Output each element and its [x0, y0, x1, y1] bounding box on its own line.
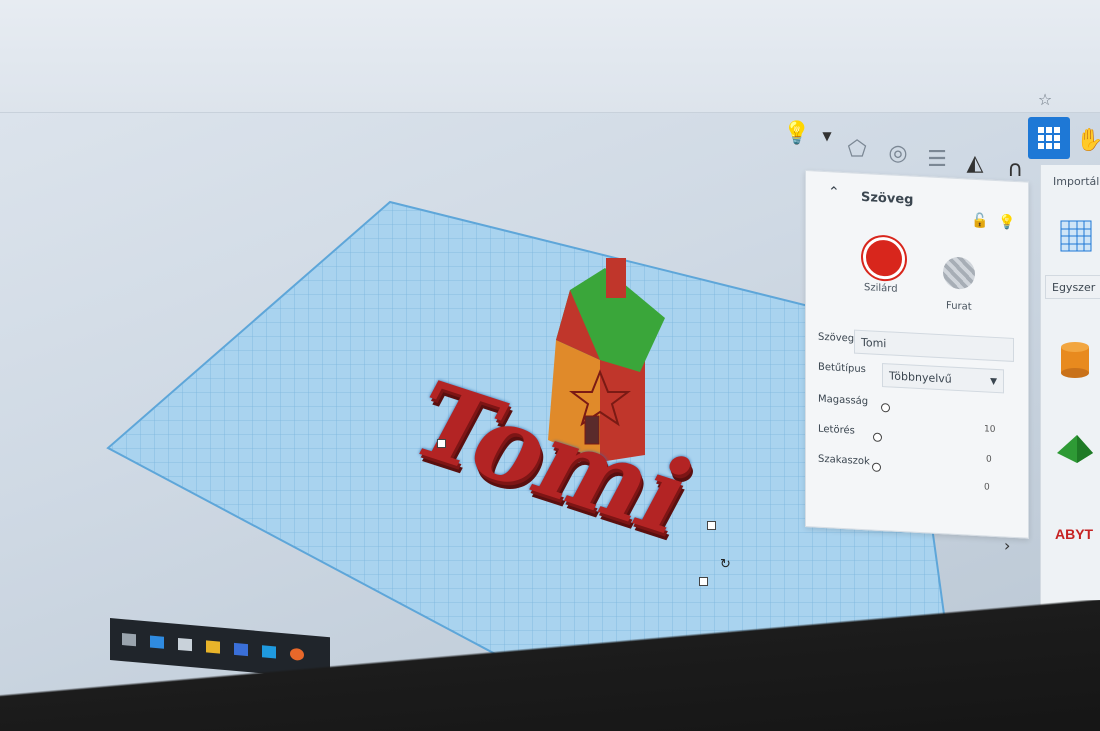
bevel-value: 0	[986, 454, 992, 465]
grid-icon	[1038, 127, 1060, 149]
hand-icon[interactable]: ✋	[1076, 128, 1100, 153]
segments-slider-knob[interactable]	[872, 462, 881, 472]
panel-title: Szöveg	[861, 189, 914, 208]
group-icon[interactable]: ⬠	[842, 134, 872, 164]
resize-handle-right[interactable]	[707, 521, 716, 530]
segments-value: 0	[984, 482, 990, 493]
text-field-label: Szöveg	[818, 331, 855, 345]
torus-shape-icon[interactable]	[1053, 673, 1099, 719]
height-label: Magasság	[818, 393, 869, 408]
import-button[interactable]: Importál	[1053, 175, 1099, 188]
chevron-up-icon[interactable]: ⌃	[828, 184, 840, 201]
chevron-down-icon[interactable]: ▼	[812, 121, 842, 151]
screen: ☆ Tomi ↻ 💡 ▼ ⬠ ◎ ☰ ◭ ∩ ✋ ⌃ Szöveg 🔓 💡 Sz…	[0, 0, 1100, 731]
cylinder-shape-icon[interactable]	[1053, 335, 1099, 381]
search-icon[interactable]	[122, 633, 136, 647]
resize-handle-left[interactable]	[437, 439, 446, 448]
ungroup-icon[interactable]: ◎	[883, 138, 913, 168]
font-select-value: Többnyelvű	[889, 369, 952, 386]
text-shape-icon[interactable]: ABYT	[1053, 509, 1099, 555]
height-slider-knob[interactable]	[881, 402, 890, 413]
height-value: 10	[984, 424, 996, 435]
mirror-icon[interactable]: ◭	[960, 148, 990, 178]
grid-view-button[interactable]	[1028, 117, 1070, 159]
bulb-icon[interactable]: 💡	[782, 118, 812, 148]
bevel-label: Letörés	[818, 423, 855, 437]
font-label: Betűtípus	[818, 361, 866, 376]
text-input[interactable]: Tomi	[854, 329, 1014, 362]
mail-icon[interactable]	[262, 645, 276, 659]
category-select[interactable]: Egyszer	[1045, 275, 1100, 299]
visibility-bulb-icon[interactable]: 💡	[998, 214, 1015, 231]
shape-library: Importál Egyszer ABYT	[1040, 165, 1100, 731]
hole-label: Furat	[946, 300, 972, 313]
shape-inspector-panel: ⌃ Szöveg 🔓 💡 Szilárd Furat Szöveg Tomi B…	[805, 170, 1029, 539]
half-sphere-shape-icon[interactable]	[1053, 591, 1099, 637]
panel-expand-icon[interactable]: ›	[1004, 536, 1010, 555]
bevel-slider-knob[interactable]	[873, 432, 882, 443]
roof-shape-icon[interactable]	[1053, 423, 1099, 469]
align-icon[interactable]: ☰	[922, 144, 952, 174]
resize-handle-bottom[interactable]	[699, 577, 708, 586]
solid-label: Szilárd	[864, 282, 898, 295]
dropdown-arrow-icon: ▼	[990, 376, 997, 388]
hole-button[interactable]	[943, 256, 975, 290]
segments-label: Szakaszok	[818, 453, 870, 468]
svg-text:ABYT: ABYT	[1055, 526, 1094, 542]
workplane-shape-icon[interactable]	[1053, 215, 1099, 261]
app-icon[interactable]	[234, 642, 248, 657]
solid-button[interactable]	[863, 236, 905, 281]
folder-icon[interactable]	[206, 640, 220, 654]
firefox-icon[interactable]	[290, 647, 304, 661]
font-select[interactable]: Többnyelvű ▼	[882, 363, 1004, 394]
edge-icon[interactable]	[150, 635, 164, 649]
lock-icon[interactable]: 🔓	[971, 213, 988, 230]
store-icon[interactable]	[178, 637, 192, 652]
rotate-icon[interactable]: ↻	[720, 557, 731, 572]
